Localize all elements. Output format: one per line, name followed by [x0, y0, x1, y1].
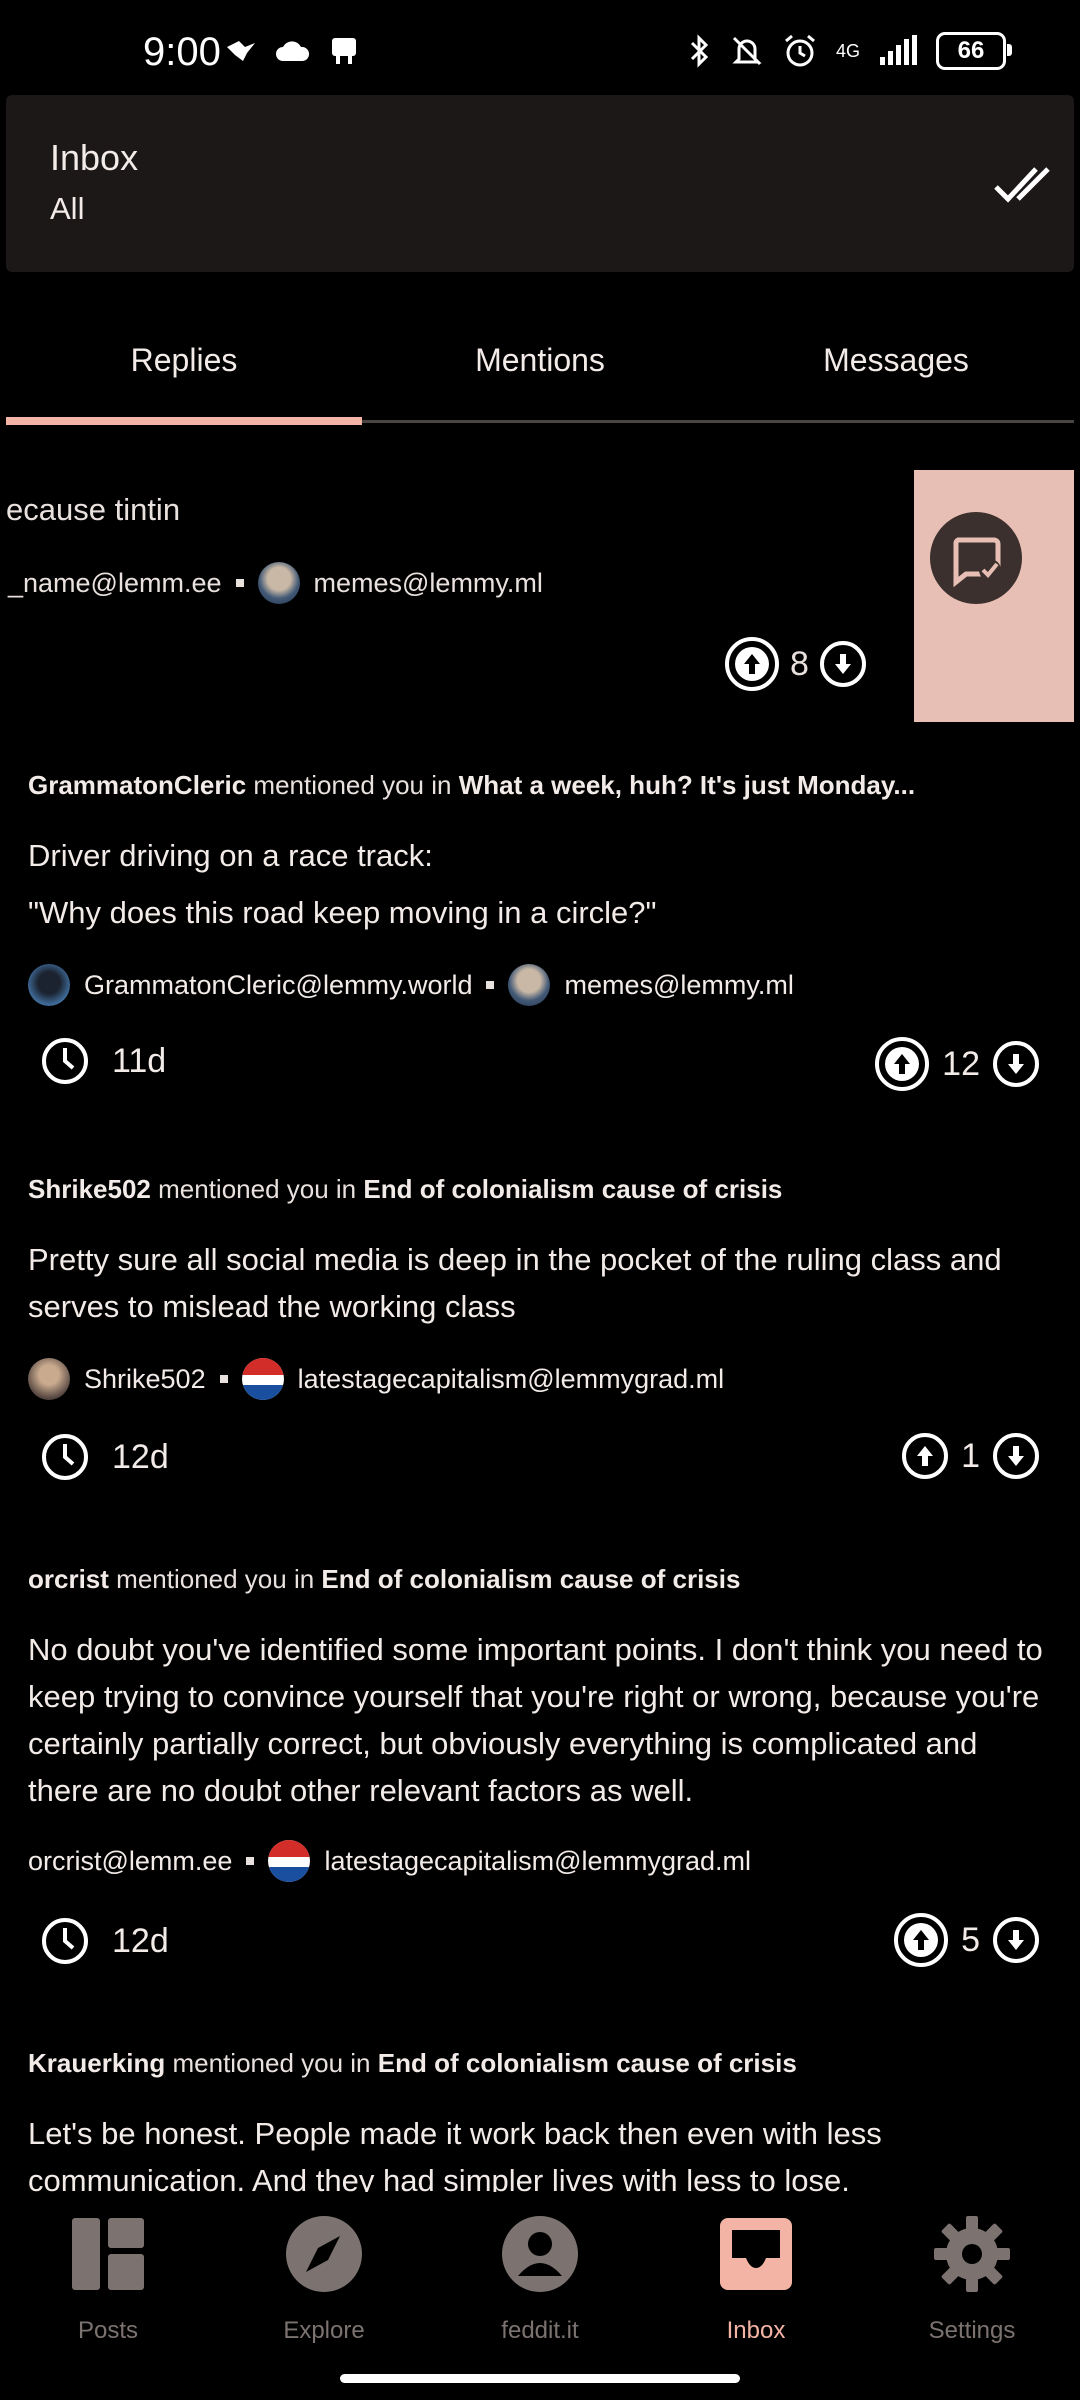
nav-label: Inbox [726, 2317, 786, 2344]
score: 8 [790, 644, 809, 683]
alarm-icon [785, 34, 815, 67]
account-icon [502, 2216, 578, 2292]
signal-icon [880, 35, 917, 65]
downvote-icon[interactable] [992, 1040, 1040, 1088]
author-link[interactable]: orcrist@lemm.ee [28, 1846, 232, 1877]
nav-inbox[interactable]: Inbox [648, 2214, 864, 2345]
mark-read-swipe-action[interactable] [914, 470, 1074, 722]
community-link[interactable]: memes@lemmy.ml [314, 568, 543, 599]
community-link[interactable]: memes@lemmy.ml [564, 970, 793, 1001]
community-avatar [268, 1840, 311, 1882]
bluetooth-icon [690, 34, 709, 68]
upvote-icon[interactable] [724, 636, 780, 692]
community-link[interactable]: latestagecapitalism@lemmygrad.ml [298, 1364, 725, 1395]
community-avatar [241, 1358, 284, 1400]
bottom-navigation: Posts Explore feddit.it Inbox Settings [0, 2192, 1080, 2400]
nav-label: Posts [77, 2317, 139, 2344]
status-bar: 9:00 4G 66 [0, 0, 1080, 95]
nav-label: feddit.it [501, 2317, 579, 2344]
mention-user[interactable]: orcrist [28, 1564, 109, 1594]
score: 12 [942, 1044, 980, 1083]
downvote-icon[interactable] [819, 640, 867, 688]
notification-app-icon [332, 38, 356, 64]
clock-icon [42, 1434, 88, 1480]
mention-age: 12d [112, 1437, 169, 1476]
nav-settings[interactable]: Settings [864, 2214, 1080, 2345]
author-link[interactable]: Shrike502 [84, 1364, 206, 1395]
reply-text: ecause tintin [6, 492, 181, 527]
compass-icon [286, 2216, 362, 2292]
author-avatar [28, 964, 70, 1006]
network-type: 4G [835, 41, 860, 61]
swiped-reply-item[interactable]: ecause tintin _name@lemm.ee memes@lemmy.… [0, 470, 1080, 722]
separator-dot [246, 1857, 255, 1865]
author-avatar [28, 1358, 70, 1400]
mention-post-link[interactable]: What a week, huh? It's just Monday... [459, 770, 915, 800]
community-avatar [508, 964, 551, 1006]
upvote-icon[interactable] [893, 1912, 949, 1968]
bell-off-icon [732, 36, 762, 66]
inbox-tabs: Replies Mentions Messages [6, 300, 1074, 425]
posts-icon [72, 2218, 144, 2290]
mention-age: 11d [112, 1041, 167, 1080]
home-indicator[interactable] [340, 2374, 740, 2383]
downvote-icon[interactable] [992, 1916, 1040, 1964]
tab-indicator [6, 417, 362, 425]
mention-body: Driver driving on a race track: "Why doe… [28, 838, 657, 930]
tab-messages[interactable]: Messages [718, 342, 1074, 379]
cloud-icon [276, 41, 310, 61]
separator-dot [235, 579, 244, 587]
mention-post-link[interactable]: End of colonialism cause of crisis [363, 1174, 782, 1204]
nav-posts[interactable]: Posts [0, 2214, 216, 2345]
bird-icon [227, 41, 255, 61]
battery-icon: 66 [936, 32, 1012, 70]
nav-explore[interactable]: Explore [216, 2214, 432, 2345]
nav-label: Settings [928, 2317, 1016, 2344]
mention-user[interactable]: Krauerking [28, 2048, 165, 2078]
clock-icon [42, 1038, 88, 1084]
score: 1 [961, 1436, 980, 1475]
page-title: Inbox [50, 137, 139, 178]
double-check-icon [994, 167, 1050, 203]
mark-read-icon [953, 537, 1001, 588]
author-link[interactable]: _name@lemm.ee [8, 568, 222, 599]
mention-post-link[interactable]: End of colonialism cause of crisis [378, 2048, 797, 2078]
clock-icon [42, 1918, 88, 1964]
score: 5 [961, 1920, 980, 1959]
author-link[interactable]: GrammatonCleric@lemmy.world [84, 970, 472, 1001]
mention-body: Pretty sure all social media is deep in … [28, 1242, 1002, 1324]
inbox-filter-dropdown[interactable]: All [50, 191, 84, 227]
mention-age: 12d [112, 1921, 169, 1960]
inbox-icon [720, 2218, 792, 2290]
upvote-icon[interactable] [901, 1432, 949, 1480]
downvote-icon[interactable] [992, 1432, 1040, 1480]
separator-dot [219, 1375, 228, 1383]
separator-dot [486, 981, 495, 989]
tab-mentions[interactable]: Mentions [362, 342, 718, 379]
tab-replies[interactable]: Replies [6, 342, 362, 379]
mention-body: Let's be honest. People made it work bac… [28, 2116, 882, 2198]
status-time: 9:00 [143, 30, 221, 74]
community-link[interactable]: latestagecapitalism@lemmygrad.ml [324, 1846, 751, 1877]
nav-label: Explore [283, 2317, 365, 2344]
mention-user[interactable]: GrammatonCleric [28, 770, 246, 800]
inbox-header: Inbox All [6, 95, 1074, 272]
mention-user[interactable]: Shrike502 [28, 1174, 151, 1204]
mark-all-read-button[interactable] [992, 155, 1064, 215]
mention-post-link[interactable]: End of colonialism cause of crisis [321, 1564, 740, 1594]
gear-icon [934, 2216, 1010, 2292]
nav-account[interactable]: feddit.it [432, 2214, 648, 2345]
mention-body: No doubt you've identified some importan… [28, 1632, 1043, 1808]
upvote-icon[interactable] [874, 1036, 930, 1092]
community-avatar [257, 562, 300, 604]
